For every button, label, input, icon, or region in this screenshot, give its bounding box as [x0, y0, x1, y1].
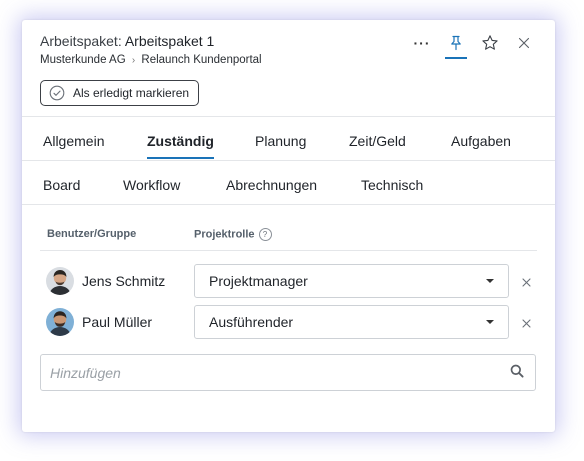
divider-table-head [40, 250, 537, 251]
remove-icon[interactable] [518, 315, 534, 331]
role-select-value: Projektmanager [209, 273, 308, 289]
caret-down-icon [486, 320, 494, 324]
search-icon[interactable] [510, 364, 524, 378]
header-actions: ··· [405, 30, 541, 59]
breadcrumb-separator: › [131, 55, 136, 66]
help-icon[interactable]: ? [258, 228, 272, 241]
tab-zeit-geld[interactable]: Zeit/Geld [349, 133, 406, 149]
tab-planung[interactable]: Planung [255, 133, 306, 149]
column-header-role: Projektrolle? [194, 228, 272, 241]
remove-icon[interactable] [518, 274, 534, 290]
add-assignee-input[interactable] [40, 354, 536, 391]
tab-technisch[interactable]: Technisch [361, 177, 423, 193]
user-name: Paul Müller [82, 314, 153, 330]
star-icon[interactable] [473, 30, 507, 56]
column-header-role-label: Projektrolle [194, 228, 255, 241]
item-type-label: Arbeitspaket: [40, 33, 122, 49]
detail-panel: Arbeitspaket: Arbeitspaket 1 Musterkunde… [22, 20, 555, 432]
role-select[interactable]: Projektmanager [194, 264, 509, 298]
breadcrumb-customer[interactable]: Musterkunde AG [40, 54, 126, 66]
table-row-user: Jens Schmitz [46, 267, 165, 295]
tab-aufgaben[interactable]: Aufgaben [451, 133, 511, 149]
star-glyph [482, 35, 498, 50]
tab-workflow[interactable]: Workflow [123, 177, 180, 193]
divider-header [22, 116, 555, 117]
caret-down-icon [486, 279, 494, 283]
tab-allgemein[interactable]: Allgemein [43, 133, 104, 149]
mark-done-label: Als erledigt markieren [73, 86, 190, 100]
panel-title: Arbeitspaket: Arbeitspaket 1 [40, 33, 214, 49]
divider-tabs-1 [22, 160, 555, 161]
breadcrumb-project[interactable]: Relaunch Kundenportal [141, 54, 261, 66]
close-glyph [518, 37, 530, 49]
tab-board[interactable]: Board [43, 177, 80, 193]
tab-zustaendig[interactable]: Zuständig [147, 133, 214, 159]
breadcrumb: Musterkunde AG › Relaunch Kundenportal [40, 54, 262, 66]
table-row-user: Paul Müller [46, 308, 152, 336]
avatar [46, 308, 74, 336]
role-select[interactable]: Ausführender [194, 305, 509, 339]
role-select-value: Ausführender [209, 314, 294, 330]
divider-tabs-2 [22, 204, 555, 205]
close-icon[interactable] [507, 30, 541, 56]
more-icon[interactable]: ··· [405, 30, 439, 56]
mark-done-button[interactable]: Als erledigt markieren [40, 80, 200, 106]
user-name: Jens Schmitz [82, 273, 166, 289]
tab-abrechnungen[interactable]: Abrechnungen [226, 177, 317, 193]
pin-icon[interactable] [439, 30, 473, 59]
column-header-user: Benutzer/Gruppe [47, 228, 137, 240]
pin-glyph [451, 35, 461, 51]
item-name[interactable]: Arbeitspaket 1 [125, 33, 215, 49]
check-circle-icon [49, 85, 65, 101]
avatar [46, 267, 74, 295]
